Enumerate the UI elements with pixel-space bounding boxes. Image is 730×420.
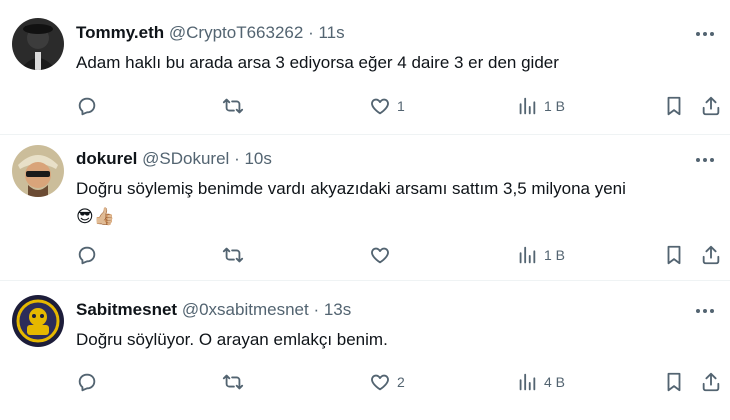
more-icon[interactable]	[694, 150, 716, 170]
views-count: 4 B	[544, 374, 566, 390]
like-icon	[371, 374, 389, 391]
emoji-line: 😎👍🏼	[76, 207, 115, 226]
retweet-button[interactable]	[222, 369, 250, 395]
action-bar: 1 B	[76, 242, 726, 268]
tweet-text-content: Doğru söylüyor. O arayan emlakçı benim.	[76, 330, 388, 349]
reply-button[interactable]	[76, 93, 104, 119]
more-icon[interactable]	[694, 301, 716, 321]
bookmark-icon	[667, 245, 681, 265]
timestamp[interactable]: 13s	[324, 300, 351, 319]
retweet-button[interactable]	[222, 93, 250, 119]
timestamp[interactable]: 10s	[244, 149, 271, 168]
views-button[interactable]: 4 B	[516, 369, 565, 395]
views-icon	[519, 373, 536, 391]
share-icon	[702, 245, 720, 265]
tweet[interactable]: Sabitmesnet @0xsabitmesnet · 13s Doğru s…	[0, 281, 730, 420]
reply-button[interactable]	[76, 242, 104, 268]
like-count: 2	[397, 374, 405, 390]
tweet-header: dokurel @SDokurel · 10s	[76, 148, 272, 170]
display-name[interactable]: Sabitmesnet	[76, 300, 177, 319]
retweet-icon	[222, 374, 244, 390]
user-handle[interactable]: @SDokurel	[142, 149, 229, 168]
like-count: 1	[397, 98, 405, 114]
tweet-header: Tommy.eth @CryptoT663262 · 11s	[76, 22, 345, 44]
avatar[interactable]	[12, 18, 64, 70]
avatar[interactable]	[12, 295, 64, 347]
tweet-text: Doğru söylüyor. O arayan emlakçı benim.	[76, 328, 716, 352]
bookmark-button[interactable]	[663, 369, 685, 395]
like-icon	[371, 247, 389, 264]
share-button[interactable]	[700, 93, 722, 119]
reply-feed: Tommy.eth @CryptoT663262 · 11s Adam hakl…	[0, 0, 730, 420]
user-handle[interactable]: @0xsabitmesnet	[182, 300, 309, 319]
reply-icon	[78, 97, 96, 116]
views-button[interactable]: 1 B	[516, 93, 565, 119]
like-button[interactable]	[369, 242, 397, 268]
bookmark-button[interactable]	[663, 93, 685, 119]
action-bar: 1 1 B	[76, 93, 726, 119]
views-count: 1 B	[544, 98, 566, 114]
share-icon	[702, 96, 720, 116]
views-icon	[519, 97, 536, 115]
reply-button[interactable]	[76, 369, 104, 395]
separator-dot: ·	[234, 149, 240, 168]
like-button[interactable]: 2	[369, 369, 405, 395]
tweet-text-content: Adam haklı bu arada arsa 3 ediyorsa eğer…	[76, 53, 559, 72]
views-icon	[519, 246, 536, 264]
retweet-button[interactable]	[222, 242, 250, 268]
views-button[interactable]: 1 B	[516, 242, 565, 268]
display-name[interactable]: Tommy.eth	[76, 23, 164, 42]
bookmark-icon	[667, 372, 681, 392]
more-icon[interactable]	[694, 24, 716, 44]
display-name[interactable]: dokurel	[76, 149, 137, 168]
action-bar: 2 4 B	[76, 369, 726, 395]
timestamp[interactable]: 11s	[318, 23, 344, 42]
like-button[interactable]: 1	[369, 93, 405, 119]
tweet-text: Adam haklı bu arada arsa 3 ediyorsa eğer…	[76, 51, 716, 75]
tweet-text-content: Doğru söylemiş benimde vardı akyazıdaki …	[76, 179, 626, 198]
bookmark-button[interactable]	[663, 242, 685, 268]
bookmark-icon	[667, 96, 681, 116]
user-handle[interactable]: @CryptoT663262	[169, 23, 303, 42]
share-button[interactable]	[700, 369, 722, 395]
share-icon	[702, 372, 720, 392]
separator-dot: ·	[313, 300, 320, 319]
views-count: 1 B	[544, 247, 566, 263]
retweet-icon	[222, 98, 244, 114]
separator-dot: ·	[308, 23, 314, 42]
retweet-icon	[222, 247, 244, 263]
like-icon	[371, 98, 389, 115]
avatar[interactable]	[12, 145, 64, 197]
tweet-header: Sabitmesnet @0xsabitmesnet · 13s	[76, 299, 351, 321]
tweet[interactable]: dokurel @SDokurel · 10s Doğru söylemiş b…	[0, 135, 730, 281]
reply-icon	[78, 246, 96, 265]
tweet-text: Doğru söylemiş benimde vardı akyazıdaki …	[76, 177, 716, 229]
share-button[interactable]	[700, 242, 722, 268]
reply-icon	[78, 373, 96, 392]
tweet[interactable]: Tommy.eth @CryptoT663262 · 11s Adam hakl…	[0, 0, 730, 135]
